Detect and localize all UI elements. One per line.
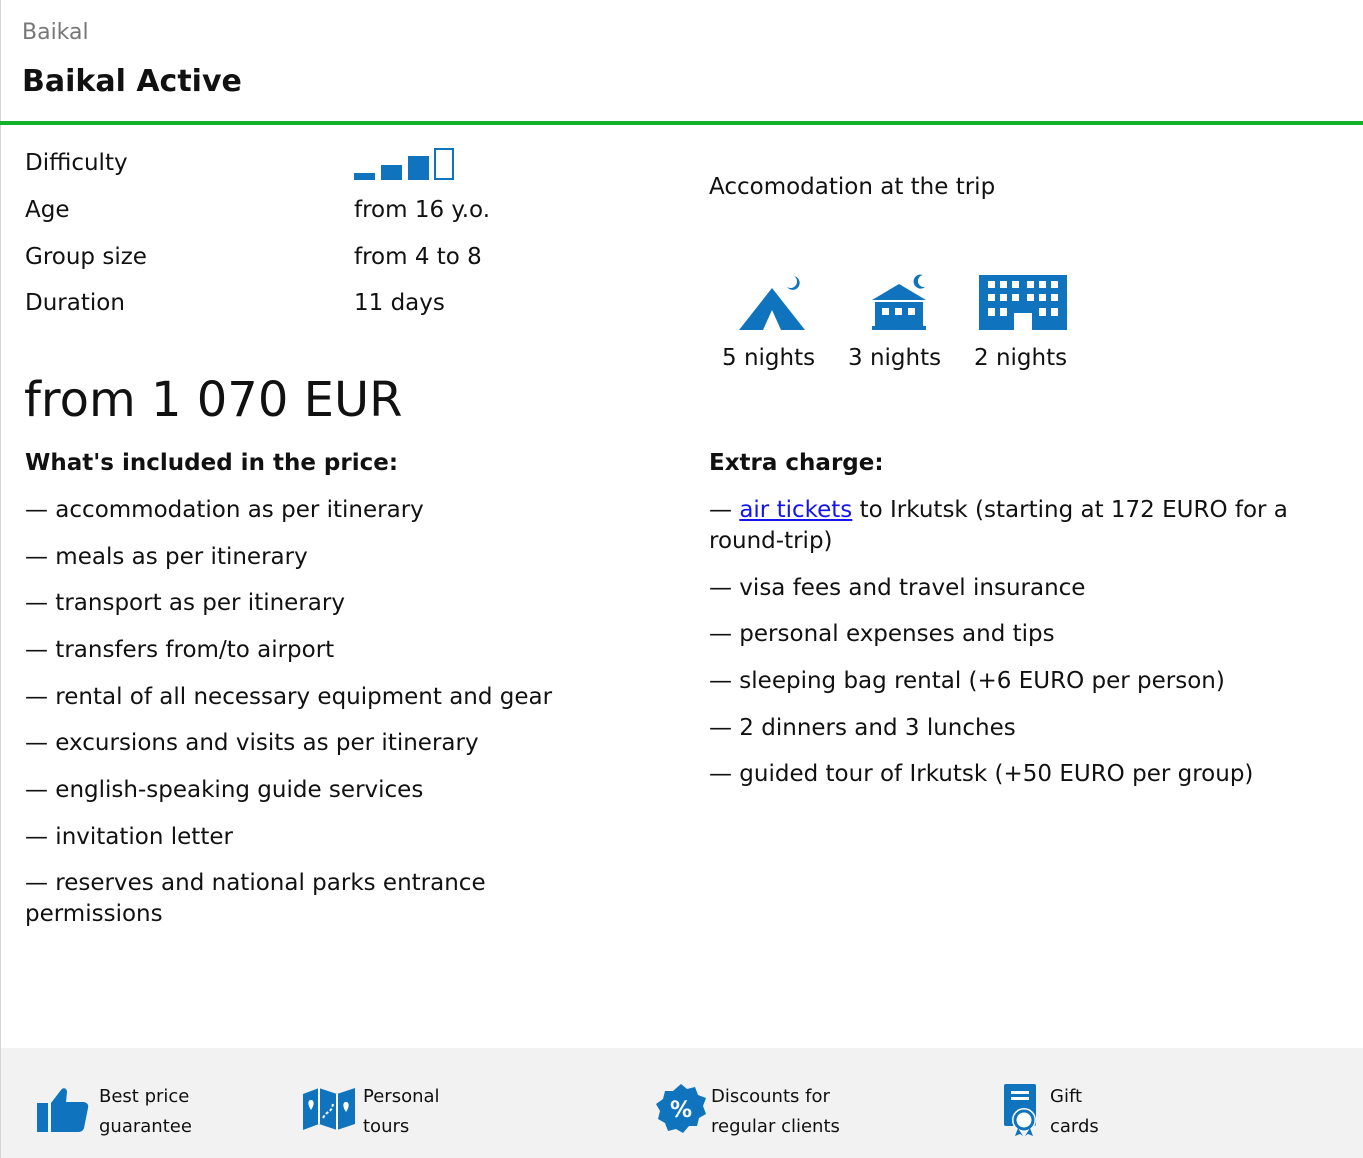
tent-icon — [739, 276, 805, 330]
benefit-text: Best price guarantee — [99, 1082, 192, 1142]
list-item: — visa fees and travel insurance — [709, 575, 1086, 601]
spec-duration: Duration 11 days — [25, 285, 585, 321]
benefit-line1: Gift — [1050, 1086, 1083, 1107]
tent-nights: 5 nights — [722, 345, 816, 371]
gift-card-icon — [1004, 1084, 1036, 1136]
group-size-label: Group size — [25, 244, 147, 270]
list-item: — reserves and national parks entrance p… — [25, 870, 486, 927]
benefits-footer: Best price guarantee Personal tours % Di… — [1, 1048, 1363, 1158]
age-label: Age — [25, 197, 70, 223]
spec-age: Age from 16 y.o. — [25, 192, 585, 228]
accommodation-title: Accomodation at the trip — [709, 174, 996, 200]
guesthouse-icon — [872, 274, 926, 330]
difficulty-label: Difficulty — [25, 150, 128, 176]
price: from 1 070 EUR — [24, 372, 403, 428]
list-item: — meals as per itinerary — [25, 544, 308, 570]
list-item: — guided tour of Irkutsk (+50 EURO per g… — [709, 761, 1254, 787]
list-item: — transfers from/to airport — [25, 637, 335, 663]
list-item: — 2 dinners and 3 lunches — [709, 715, 1016, 741]
list-item: — sleeping bag rental (+6 EURO per perso… — [709, 668, 1225, 694]
air-tickets-link[interactable]: air tickets — [739, 497, 852, 523]
list-item: — air tickets to Irkutsk (starting at 17… — [709, 495, 1354, 557]
breadcrumb[interactable]: Baikal — [22, 20, 89, 45]
map-icon — [303, 1088, 355, 1130]
benefit-line1: Discounts for — [711, 1086, 830, 1107]
duration-label: Duration — [25, 290, 125, 316]
list-item: — accommodation as per itinerary — [25, 497, 424, 523]
benefit-line1: Best price — [99, 1086, 190, 1107]
page-title: Baikal Active — [22, 64, 242, 99]
discount-badge-icon: % — [656, 1084, 706, 1133]
guesthouse-nights: 3 nights — [848, 345, 942, 371]
list-item: — transport as per itinerary — [25, 590, 345, 616]
benefit-text: Gift cards — [1050, 1082, 1099, 1142]
benefit-text: Discounts for regular clients — [711, 1082, 840, 1142]
list-item: — rental of all necessary equipment and … — [25, 684, 553, 710]
age-value: from 16 y.o. — [354, 197, 491, 223]
spec-difficulty: Difficulty — [25, 145, 585, 181]
extra-prefix: — — [709, 497, 740, 523]
duration-value: 11 days — [354, 290, 445, 316]
difficulty-meter-icon — [354, 148, 464, 180]
benefit-line2: guarantee — [99, 1116, 192, 1137]
thumbs-up-icon — [37, 1088, 89, 1132]
group-size-value: from 4 to 8 — [354, 244, 482, 270]
difficulty-bar-3 — [408, 156, 429, 180]
list-item: — invitation letter — [25, 824, 233, 850]
hotel-nights: 2 nights — [974, 345, 1068, 371]
difficulty-bar-4 — [434, 148, 454, 180]
hotel-icon — [979, 275, 1067, 330]
benefit-line1: Personal — [363, 1086, 440, 1107]
benefit-text: Personal tours — [363, 1082, 440, 1142]
difficulty-bar-2 — [381, 165, 402, 180]
list-item: — personal expenses and tips — [709, 621, 1055, 647]
svg-text:%: % — [670, 1098, 692, 1123]
difficulty-bar-1 — [354, 173, 375, 180]
spec-group-size: Group size from 4 to 8 — [25, 239, 585, 275]
included-title: What's included in the price: — [25, 450, 399, 476]
benefit-line2: cards — [1050, 1116, 1099, 1137]
extra-title: Extra charge: — [709, 450, 884, 476]
list-item: — excursions and visits as per itinerary — [25, 730, 479, 756]
benefit-line2: regular clients — [711, 1116, 840, 1137]
benefit-line2: tours — [363, 1116, 410, 1137]
list-item: — english-speaking guide services — [25, 777, 424, 803]
title-divider — [0, 121, 1363, 125]
